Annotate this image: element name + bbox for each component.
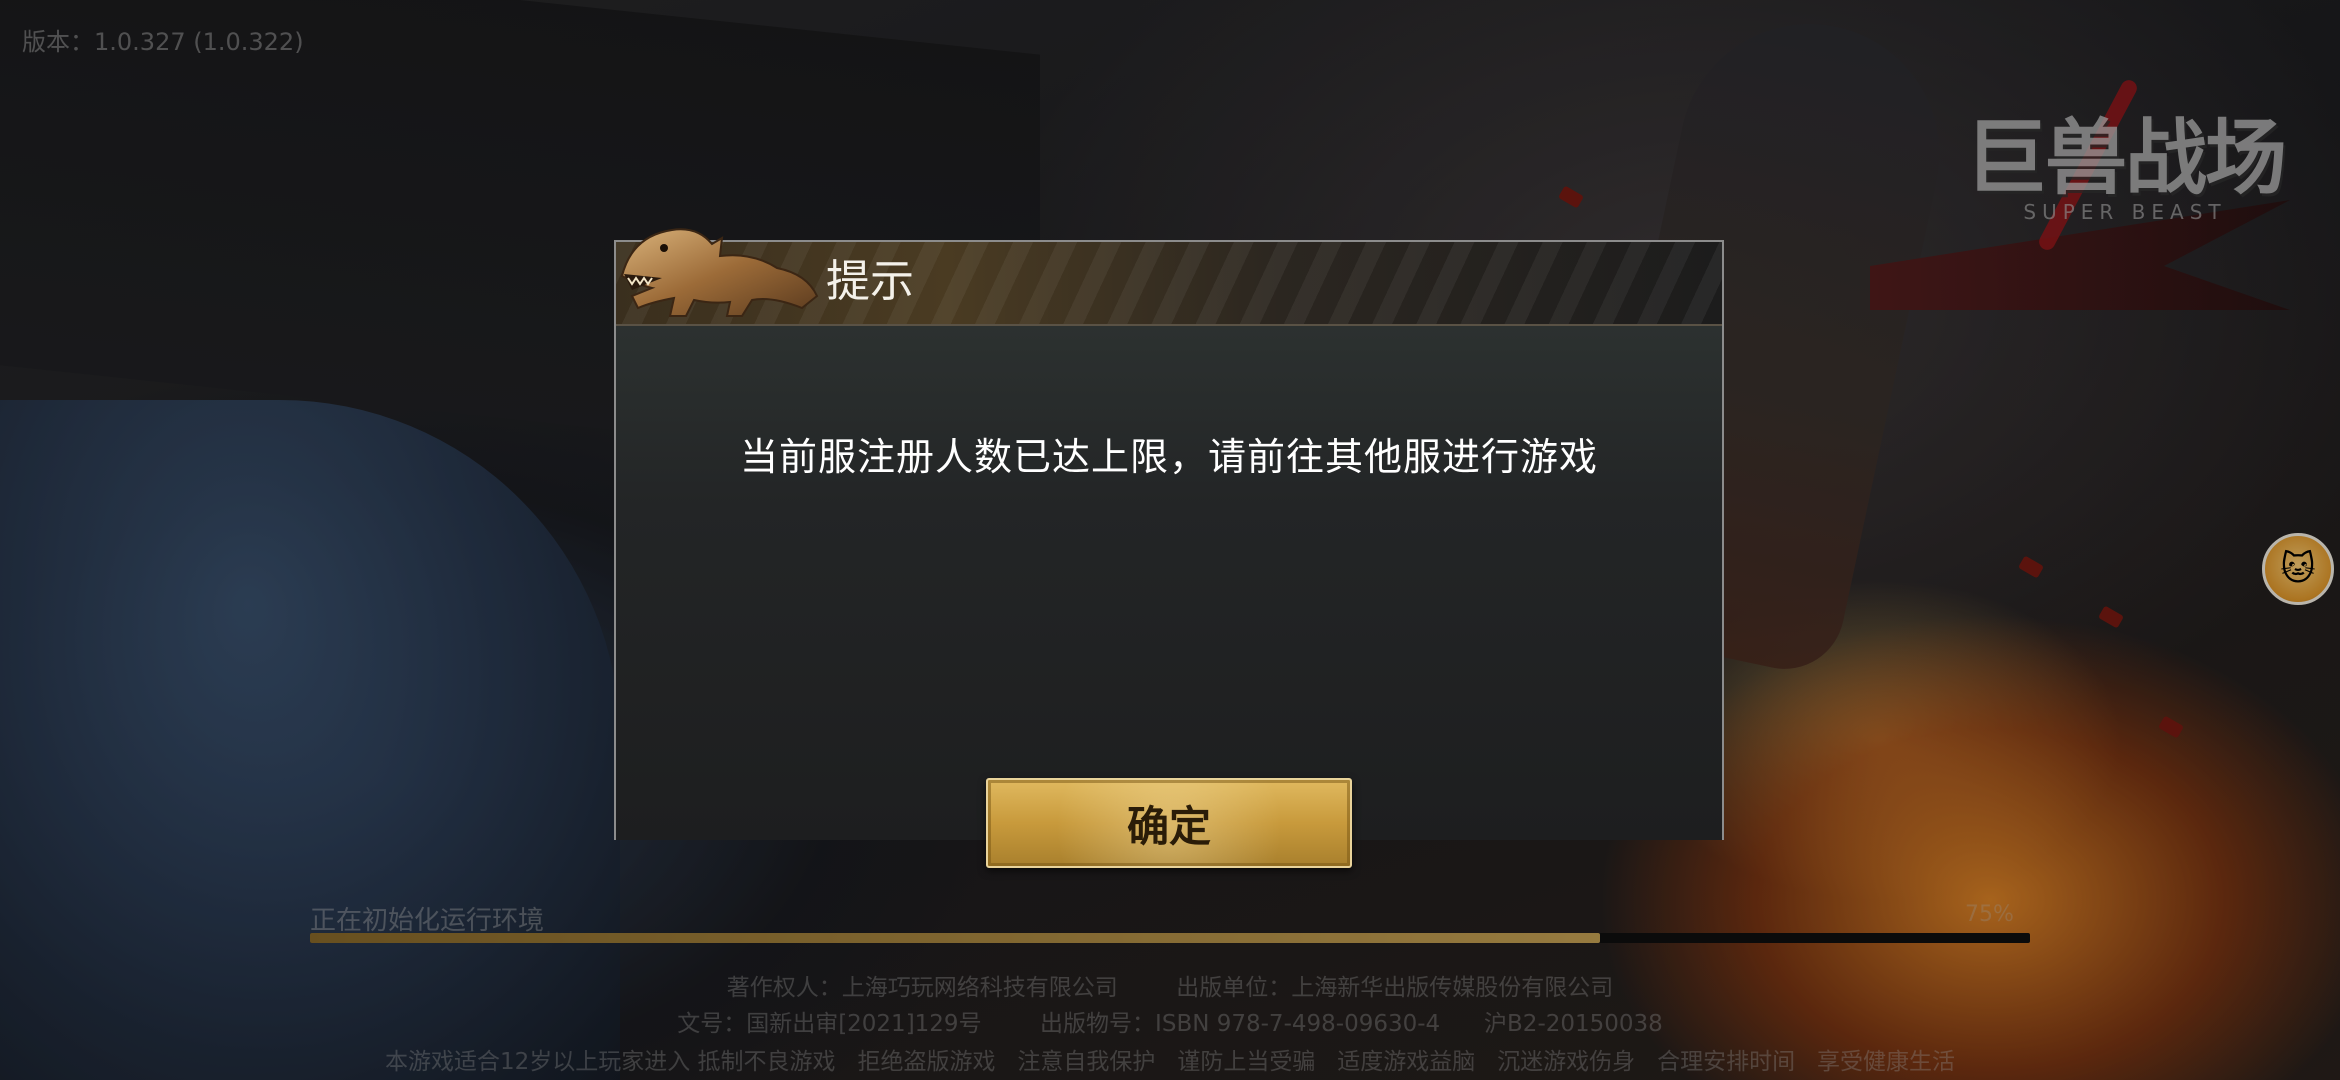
dialog-title: 提示: [826, 256, 914, 307]
dialog-body: 当前服注册人数已达上限，请前往其他服进行游戏 确定: [616, 326, 1722, 868]
dinosaur-icon: [620, 228, 819, 317]
dialog-header: 提示: [616, 228, 1722, 326]
dialog-message: 当前服注册人数已达上限，请前往其他服进行游戏: [739, 435, 1598, 479]
alert-dialog: 提示 当前服注册人数已达上限，请前往其他服进行游戏 确定: [614, 228, 1724, 868]
confirm-button[interactable]: 确定: [986, 778, 1352, 868]
